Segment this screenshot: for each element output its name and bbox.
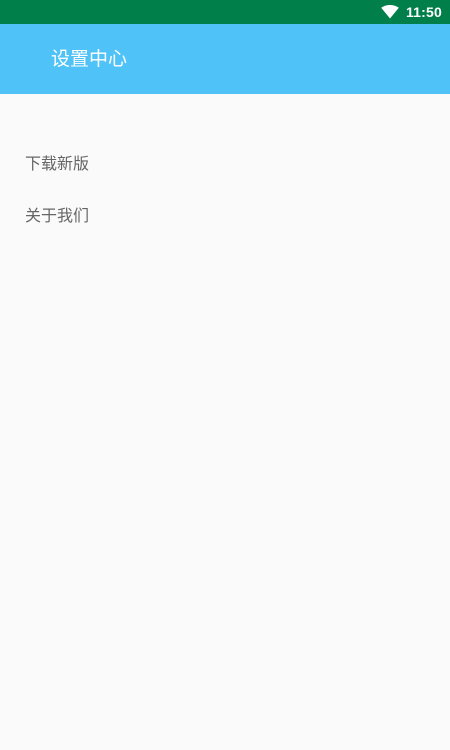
settings-list: 下载新版 关于我们 <box>0 94 450 750</box>
status-indicators: 11:50 <box>381 0 442 24</box>
menu-item-about-us[interactable]: 关于我们 <box>0 195 450 239</box>
menu-item-label: 关于我们 <box>25 206 90 225</box>
status-time: 11:50 <box>405 4 442 20</box>
status-bar: 11:50 <box>0 0 450 24</box>
wifi-icon <box>381 5 399 19</box>
page-title: 设置中心 <box>51 48 128 70</box>
menu-item-download-new-version[interactable]: 下载新版 <box>0 143 450 187</box>
app-bar: 设置中心 <box>0 24 450 94</box>
menu-item-label: 下载新版 <box>25 154 90 173</box>
